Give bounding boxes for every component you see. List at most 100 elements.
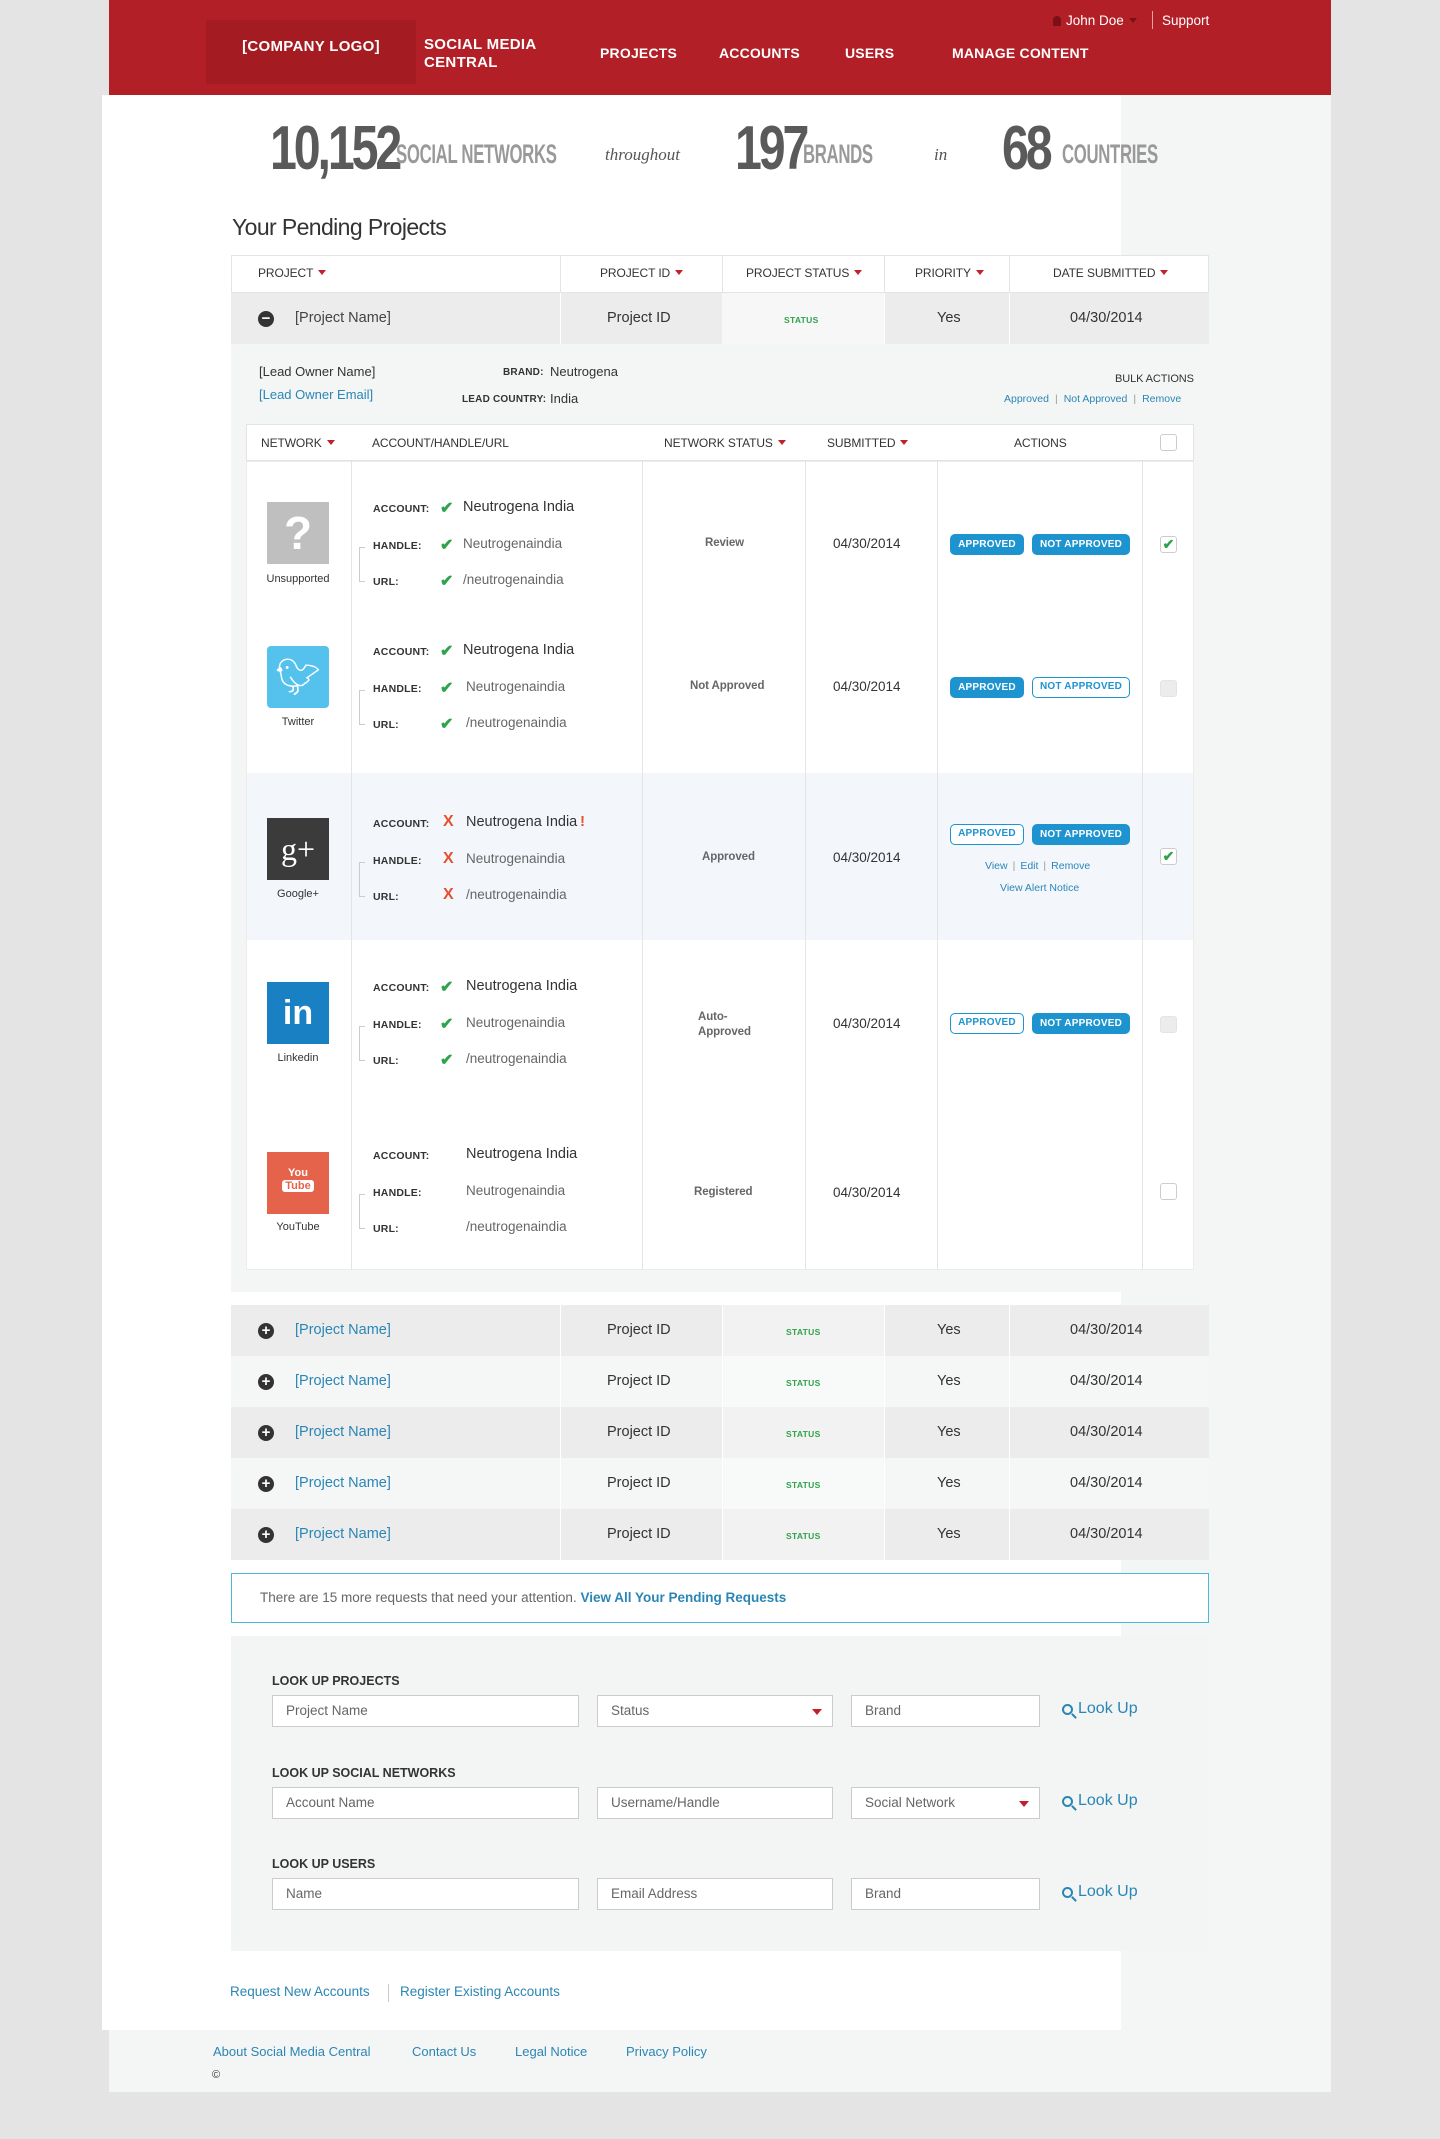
view-all-pending-link[interactable]: View All Your Pending Requests xyxy=(580,1590,786,1605)
handle-label: HANDLE: xyxy=(373,1187,422,1199)
approved-button[interactable]: APPROVED xyxy=(950,534,1024,555)
expand-icon[interactable]: + xyxy=(258,1527,274,1543)
app-name: SOCIAL MEDIA CENTRAL xyxy=(424,36,564,72)
submitted-date: 04/30/2014 xyxy=(833,850,901,865)
account-name-input[interactable]: Account Name xyxy=(272,1787,579,1819)
sort-arrow-icon xyxy=(1160,270,1169,275)
status-line2: Approved xyxy=(698,1026,751,1038)
col-network-status[interactable]: NETWORK STATUS xyxy=(664,436,786,450)
bulk-not-approved-link[interactable]: Not Approved xyxy=(1064,393,1128,405)
social-network-select[interactable]: Social Network xyxy=(851,1787,1040,1819)
remove-link[interactable]: Remove xyxy=(1051,860,1090,872)
row-checkbox-disabled xyxy=(1160,680,1177,697)
collapse-icon[interactable]: − xyxy=(258,311,274,327)
check-icon: ✔ xyxy=(440,500,454,517)
bulk-actions-title: BULK ACTIONS xyxy=(1115,373,1194,385)
expand-icon[interactable]: + xyxy=(258,1323,274,1339)
approved-button[interactable]: APPROVED xyxy=(950,677,1024,698)
project-name-link[interactable]: [Project Name] xyxy=(295,1424,391,1440)
url-label: URL: xyxy=(373,1223,399,1235)
project-name-link[interactable]: [Project Name] xyxy=(295,1526,391,1542)
footer-legal-link[interactable]: Legal Notice xyxy=(515,2044,587,2059)
twitter-icon: 🐦︎ xyxy=(267,646,329,708)
expand-icon[interactable]: + xyxy=(258,1374,274,1390)
stat-countries-label: COUNTRIES xyxy=(1062,139,1158,169)
network-status: Approved xyxy=(702,851,755,863)
account-label: ACCOUNT: xyxy=(373,503,430,515)
account-label: ACCOUNT: xyxy=(373,646,430,658)
account-value: Neutrogena India xyxy=(463,642,575,658)
project-name-link[interactable]: [Project Name] xyxy=(295,1322,391,1338)
lookup-networks-button[interactable]: Look Up xyxy=(1062,1792,1138,1810)
nav-users[interactable]: USERS xyxy=(845,45,894,61)
project-name: [Project Name] xyxy=(295,310,391,326)
project-name-link[interactable]: [Project Name] xyxy=(295,1475,391,1491)
not-approved-button[interactable]: NOT APPROVED xyxy=(1032,534,1130,555)
project-id: Project ID xyxy=(607,1475,671,1491)
company-logo[interactable]: [COMPANY LOGO] xyxy=(206,20,416,84)
view-alert-notice-link[interactable]: View Alert Notice xyxy=(1000,882,1079,894)
col-priority[interactable]: PRIORITY xyxy=(915,266,984,280)
nav-accounts[interactable]: ACCOUNTS xyxy=(719,45,800,61)
project-name-link[interactable]: [Project Name] xyxy=(295,1373,391,1389)
stat-networks-label: SOCIAL NETWORKS xyxy=(396,139,557,169)
col-label: DATE SUBMITTED xyxy=(1053,266,1156,280)
sort-arrow-icon xyxy=(318,270,327,275)
expand-icon[interactable]: + xyxy=(258,1425,274,1441)
request-new-accounts-link[interactable]: Request New Accounts xyxy=(230,1984,370,1999)
user-name-input[interactable]: Name xyxy=(272,1878,579,1910)
select-all-checkbox[interactable] xyxy=(1160,434,1177,451)
url-label: URL: xyxy=(373,891,399,903)
lookup-label: Look Up xyxy=(1078,1700,1138,1717)
col-network[interactable]: NETWORK xyxy=(261,436,335,450)
handle-value: Neutrogenaindia xyxy=(466,1015,566,1030)
expand-icon[interactable]: + xyxy=(258,1476,274,1492)
col-date-submitted[interactable]: DATE SUBMITTED xyxy=(1053,266,1169,280)
not-approved-button[interactable]: NOT APPROVED xyxy=(1032,677,1130,698)
edit-link[interactable]: Edit xyxy=(1020,860,1038,872)
account-value: Neutrogena India xyxy=(466,978,578,994)
bulk-remove-link[interactable]: Remove xyxy=(1142,393,1181,405)
col-label: PRIORITY xyxy=(915,266,971,280)
register-existing-accounts-link[interactable]: Register Existing Accounts xyxy=(400,1984,560,1999)
priority: Yes xyxy=(937,1322,961,1338)
row-checkbox-checked[interactable]: ✔ xyxy=(1160,536,1177,553)
account-label: ACCOUNT: xyxy=(373,818,430,830)
username-handle-input[interactable]: Username/Handle xyxy=(597,1787,833,1819)
project-brand-input[interactable]: Brand xyxy=(851,1695,1040,1727)
col-project[interactable]: PROJECT xyxy=(258,266,327,280)
col-label: NETWORK STATUS xyxy=(664,436,773,450)
project-id: Project ID xyxy=(607,1322,671,1338)
lookup-users-button[interactable]: Look Up xyxy=(1062,1883,1138,1901)
footer-contact-link[interactable]: Contact Us xyxy=(412,2044,476,2059)
col-submitted[interactable]: SUBMITTED xyxy=(827,436,909,450)
approved-button[interactable]: APPROVED xyxy=(950,1013,1024,1034)
footer-privacy-link[interactable]: Privacy Policy xyxy=(626,2044,707,2059)
not-approved-button[interactable]: NOT APPROVED xyxy=(1032,824,1130,845)
status-select[interactable]: Status xyxy=(597,1695,833,1727)
priority: Yes xyxy=(937,1373,961,1389)
lead-owner-email-link[interactable]: [Lead Owner Email] xyxy=(259,387,373,402)
user-menu[interactable]: John Doe xyxy=(1053,13,1137,28)
user-brand-input[interactable]: Brand xyxy=(851,1878,1040,1910)
bulk-approved-link[interactable]: Approved xyxy=(1004,393,1049,405)
nav-manage-content[interactable]: MANAGE CONTENT xyxy=(952,45,1089,61)
col-project-id[interactable]: PROJECT ID xyxy=(600,266,684,280)
youtube-icon: You Tube xyxy=(267,1152,329,1214)
email-address-input[interactable]: Email Address xyxy=(597,1878,833,1910)
footer-about-link[interactable]: About Social Media Central xyxy=(213,2044,371,2059)
row-checkbox-checked[interactable]: ✔ xyxy=(1160,848,1177,865)
col-project-status[interactable]: PROJECT STATUS xyxy=(746,266,863,280)
support-link[interactable]: Support xyxy=(1162,13,1209,28)
network-name: Google+ xyxy=(277,888,319,900)
nav-projects[interactable]: PROJECTS xyxy=(600,45,677,61)
project-name-input[interactable]: Project Name xyxy=(272,1695,579,1727)
view-link[interactable]: View xyxy=(985,860,1008,872)
not-approved-button[interactable]: NOT APPROVED xyxy=(1032,1013,1130,1034)
row-checkbox[interactable] xyxy=(1160,1183,1177,1200)
lookup-networks-title: LOOK UP SOCIAL NETWORKS xyxy=(272,1766,456,1780)
approved-button[interactable]: APPROVED xyxy=(950,824,1024,845)
col-label: PROJECT xyxy=(258,266,314,280)
stat-connector-in: in xyxy=(934,145,948,164)
lookup-projects-button[interactable]: Look Up xyxy=(1062,1700,1138,1718)
